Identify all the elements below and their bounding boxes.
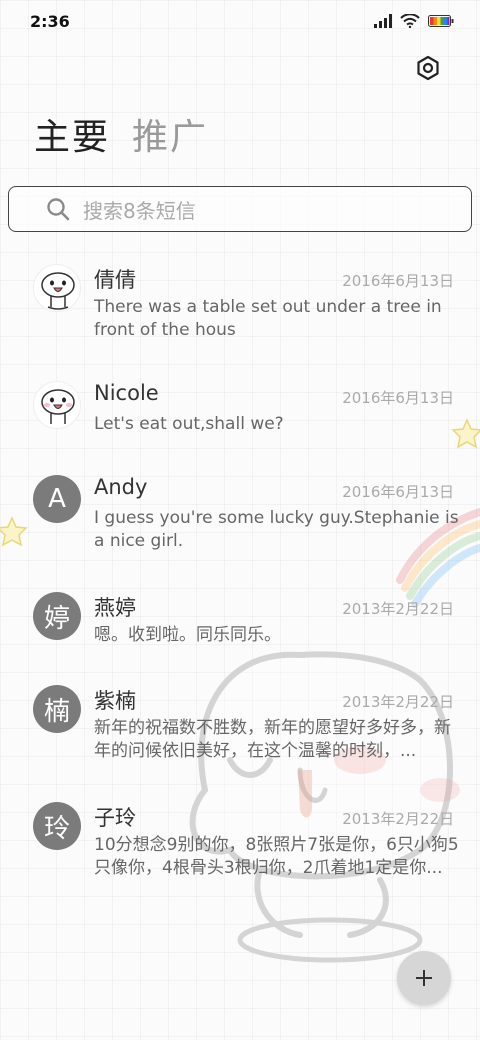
message-row[interactable]: 婷 燕婷 2013年2月22日 嗯。收到啦。同乐同乐。 (0, 584, 480, 684)
message-row[interactable]: 玲 子玲 2013年2月22日 10分想念9别的你，8张照片7张是你，6只小狗5… (0, 794, 480, 894)
message-preview: 10分想念9别的你，8张照片7张是你，6只小狗5只像你，4根骨头3根归你，2爪着… (94, 835, 459, 878)
wifi-icon (400, 14, 420, 28)
contact-name: 燕婷 (94, 596, 136, 620)
message-date: 2016年6月13日 (342, 389, 454, 407)
search-icon (47, 198, 70, 221)
avatar (33, 381, 81, 429)
status-bar: 2:36 (0, 0, 480, 42)
header-tabs: 主要 推广 (34, 108, 208, 160)
signal-icon (374, 14, 392, 28)
message-date: 2016年6月13日 (342, 483, 454, 501)
message-date: 2013年2月22日 (342, 693, 454, 711)
message-row[interactable]: Nicole 2016年6月13日 Let's eat out,shall we… (0, 373, 480, 473)
message-date: 2013年2月22日 (342, 810, 454, 828)
message-preview: Let's eat out,shall we? (94, 414, 284, 434)
new-message-button[interactable] (397, 951, 451, 1005)
avatar: A (33, 475, 81, 523)
tab-primary[interactable]: 主要 (34, 108, 110, 160)
contact-name: Andy (94, 475, 148, 499)
avatar: 楠 (33, 685, 81, 733)
contact-name: 倩倩 (94, 268, 136, 292)
search-input[interactable]: 搜索8条短信 (8, 186, 472, 232)
message-preview: There was a table set out under a tree i… (94, 297, 442, 340)
status-icons (374, 14, 454, 28)
message-preview: 新年的祝福数不胜数，新年的愿望好多好多，新年的问候依旧美好，在这个温馨的时刻，.… (94, 718, 451, 761)
message-row[interactable]: A Andy 2016年6月13日 I guess you're some lu… (0, 467, 480, 567)
message-date: 2013年2月22日 (342, 600, 454, 618)
avatar (33, 264, 81, 312)
search-placeholder: 搜索8条短信 (83, 198, 196, 223)
contact-name: 子玲 (94, 806, 136, 830)
message-preview: 嗯。收到啦。同乐同乐。 (94, 625, 281, 645)
battery-icon (428, 15, 454, 27)
mascot-avatar-icon (41, 389, 75, 424)
status-time: 2:36 (30, 11, 70, 31)
settings-button[interactable] (414, 54, 442, 82)
tab-promotions[interactable]: 推广 (132, 108, 208, 160)
mascot-avatar-icon (41, 272, 75, 310)
avatar: 婷 (33, 592, 81, 640)
message-preview: I guess you're some lucky guy.Stephanie … (94, 508, 459, 551)
avatar: 玲 (33, 802, 81, 850)
settings-icon (417, 55, 439, 81)
contact-name: 紫楠 (94, 689, 136, 713)
message-date: 2016年6月13日 (342, 272, 454, 290)
contact-name: Nicole (94, 381, 159, 405)
plus-icon (416, 970, 432, 986)
message-row[interactable]: 倩倩 2016年6月13日 There was a table set out … (0, 256, 480, 356)
message-row[interactable]: 楠 紫楠 2013年2月22日 新年的祝福数不胜数，新年的愿望好多好多，新年的问… (0, 677, 480, 777)
